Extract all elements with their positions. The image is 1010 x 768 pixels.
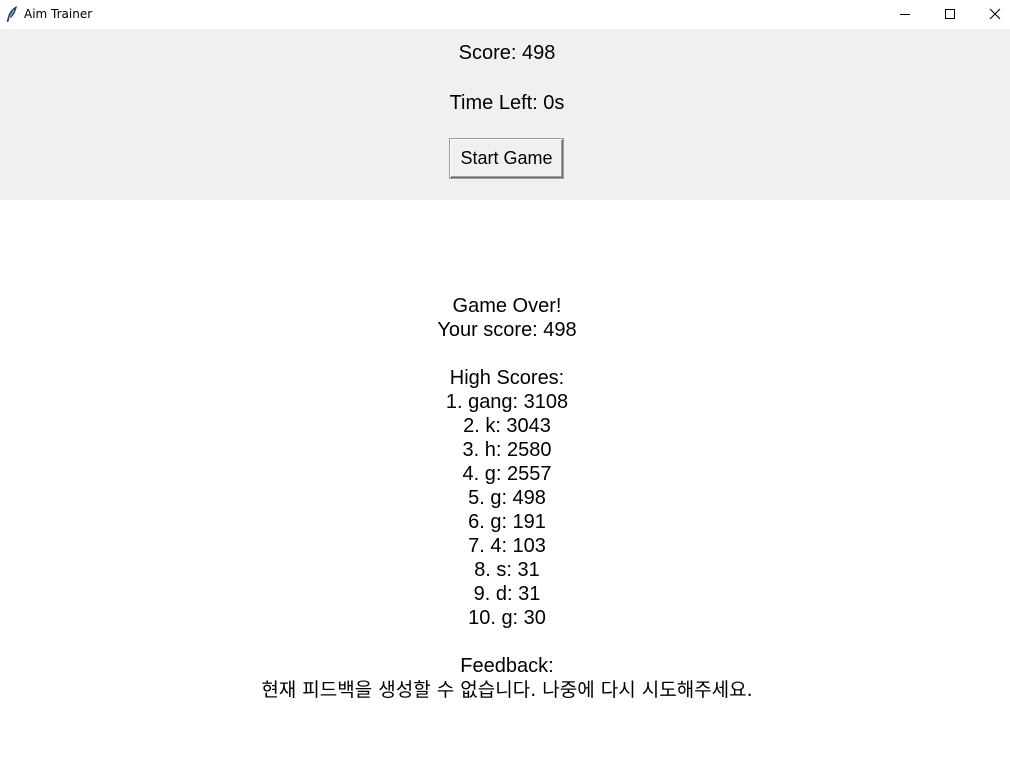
feedback-heading: Feedback:	[460, 655, 554, 677]
score-label: Score: 498	[458, 42, 556, 64]
high-score-entry: 4. g: 2557	[462, 463, 552, 485]
high-score-entry: 8. s: 31	[474, 559, 540, 581]
start-game-button[interactable]: Start Game	[450, 139, 563, 178]
high-score-entry: 2. k: 3043	[463, 415, 551, 437]
minimize-icon	[900, 14, 910, 15]
high-score-entry: 9. d: 31	[473, 583, 541, 605]
high-score-entry: 1. gang: 3108	[445, 391, 569, 413]
high-score-entry: 7. 4: 103	[468, 535, 546, 557]
maximize-icon	[945, 9, 955, 19]
time-left-label: Time Left: 0s	[449, 92, 565, 114]
result-panel: Game Over! Your score: 498 High Scores: …	[0, 294, 1010, 702]
title-bar[interactable]: Aim Trainer	[0, 0, 1010, 28]
close-button[interactable]	[972, 0, 1010, 28]
close-icon	[989, 8, 1001, 20]
feedback-text: 현재 피드백을 생성할 수 없습니다. 나중에 다시 시도해주세요.	[261, 679, 753, 701]
game-over-heading: Game Over!	[452, 295, 562, 317]
high-score-entry: 6. g: 191	[468, 511, 546, 533]
window-title: Aim Trainer	[24, 7, 93, 21]
high-score-entry: 3. h: 2580	[462, 439, 552, 461]
final-score: Your score: 498	[437, 319, 577, 341]
app-window: Aim Trainer Score: 498 Time Left: 0s Sta…	[0, 0, 1010, 768]
minimize-button[interactable]	[882, 0, 928, 28]
feather-icon	[6, 5, 18, 22]
high-score-entry: 5. g: 498	[468, 487, 546, 509]
maximize-button[interactable]	[927, 0, 973, 28]
high-scores-heading: High Scores:	[449, 367, 565, 389]
control-panel: Score: 498 Time Left: 0s Start Game	[0, 29, 1010, 200]
high-score-entry: 10. g: 30	[468, 607, 546, 629]
